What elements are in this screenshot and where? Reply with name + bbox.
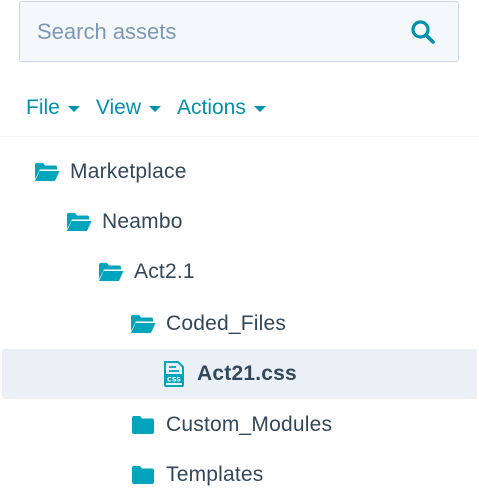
tree-item-label: Neambo [102, 210, 183, 233]
search-icon[interactable] [408, 17, 438, 47]
tree-item-marketplace[interactable]: Marketplace [0, 147, 479, 197]
search-box [19, 1, 459, 62]
menu-bar: File View Actions [26, 93, 282, 123]
divider [0, 136, 479, 137]
file-manager-panel: File View Actions Marketplace [0, 0, 479, 489]
tree-item-neambo[interactable]: Neambo [0, 197, 479, 247]
file-menu[interactable]: File [26, 96, 80, 120]
css-file-icon: CSS [160, 361, 188, 387]
caret-down-icon [253, 106, 266, 112]
tree-item-label: Act21.css [197, 362, 297, 385]
tree-item-label: Act2.1 [134, 260, 195, 283]
file-menu-label: File [26, 96, 60, 119]
folder-open-icon [97, 260, 125, 284]
tree-item-label: Custom_Modules [166, 413, 333, 436]
svg-text:CSS: CSS [167, 376, 181, 384]
tree-item-label: Templates [166, 463, 264, 486]
caret-down-icon [148, 106, 161, 112]
actions-menu[interactable]: Actions [177, 96, 266, 120]
folder-open-icon [65, 210, 93, 234]
folder-open-icon [129, 312, 157, 336]
tree-item-act21-css[interactable]: CSS Act21.css [2, 349, 477, 399]
folder-open-icon [33, 160, 61, 184]
tree-item-label: Coded_Files [166, 312, 287, 335]
tree-item-act2-1[interactable]: Act2.1 [0, 247, 479, 297]
view-menu[interactable]: View [96, 96, 161, 120]
actions-menu-label: Actions [176, 96, 246, 119]
folder-icon [129, 463, 157, 487]
view-menu-label: View [95, 96, 141, 119]
caret-down-icon [67, 106, 80, 112]
tree-item-templates[interactable]: Templates [0, 450, 479, 489]
search-input[interactable] [20, 2, 408, 61]
tree-item-custom-modules[interactable]: Custom_Modules [0, 400, 479, 450]
tree-item-coded-files[interactable]: Coded_Files [0, 299, 479, 349]
folder-icon [129, 413, 157, 437]
tree-item-label: Marketplace [70, 160, 187, 183]
